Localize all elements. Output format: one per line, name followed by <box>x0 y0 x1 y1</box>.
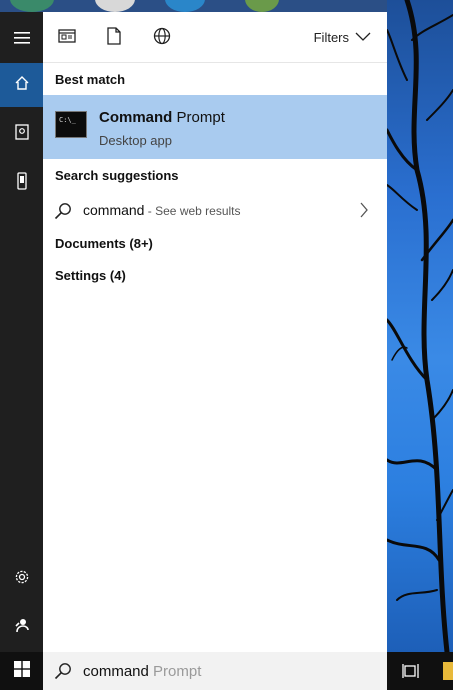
suggestion-query: command <box>83 202 145 218</box>
web-filter-button[interactable] <box>151 27 173 49</box>
feedback-icon <box>14 617 30 638</box>
notebook-button[interactable] <box>0 112 43 156</box>
search-query-text: command Prompt <box>83 663 201 680</box>
menu-button[interactable] <box>0 18 43 62</box>
search-autocomplete-text: Prompt <box>148 663 202 680</box>
search-icon <box>54 202 72 225</box>
document-icon <box>107 26 121 50</box>
file-explorer-icon[interactable] <box>443 662 453 680</box>
web-suggestion-row[interactable]: command - See web results <box>43 195 387 225</box>
task-view-icon <box>402 664 419 678</box>
windows-logo-icon <box>13 660 30 682</box>
result-app-name-rest: Prompt <box>172 109 225 126</box>
result-app-name-bold: Command <box>99 109 173 126</box>
result-app-name: Command Prompt <box>99 109 225 126</box>
gear-icon <box>14 569 30 590</box>
search-suggestions-heading: Search suggestions <box>55 168 179 183</box>
documents-filter-button[interactable] <box>103 26 125 50</box>
start-button[interactable] <box>0 652 43 690</box>
settings-category[interactable]: Settings (4) <box>43 268 126 283</box>
chevron-right-icon <box>359 202 369 223</box>
hamburger-icon <box>13 31 30 49</box>
taskbar-right <box>387 652 453 690</box>
desktop-wallpaper <box>387 0 453 652</box>
start-left-rail <box>0 12 43 652</box>
best-match-heading: Best match <box>55 72 126 87</box>
filters-label: Filters <box>313 30 349 45</box>
app-window-icon <box>58 28 76 48</box>
taskbar-top-strip <box>0 0 387 12</box>
search-results-panel: Filters Best match C:\_ Command Prompt D… <box>43 12 387 652</box>
documents-category[interactable]: Documents (8+) <box>43 236 153 251</box>
devices-button[interactable] <box>0 161 43 205</box>
settings-button[interactable] <box>0 557 43 601</box>
search-icon <box>54 662 72 685</box>
notebook-icon <box>14 123 29 145</box>
home-button[interactable] <box>0 63 43 107</box>
command-prompt-icon: C:\_ <box>55 111 87 138</box>
device-icon <box>16 171 27 195</box>
search-typed-text: command <box>83 663 149 680</box>
home-icon <box>14 75 30 96</box>
globe-icon <box>153 27 171 50</box>
task-view-button[interactable] <box>402 663 420 684</box>
result-app-type: Desktop app <box>99 133 172 148</box>
suggestion-hint: - See web results <box>144 204 241 218</box>
best-match-result[interactable]: C:\_ Command Prompt Desktop app <box>43 95 387 159</box>
chevron-down-icon <box>355 30 371 45</box>
taskbar-search-box[interactable]: command Prompt <box>43 652 387 690</box>
suggestion-text: command - See web results <box>83 202 241 218</box>
filters-dropdown[interactable]: Filters <box>314 30 371 45</box>
panel-toolbar: Filters <box>43 12 387 63</box>
svg-text:C:\_: C:\_ <box>59 116 77 124</box>
apps-filter-button[interactable] <box>56 27 78 49</box>
feedback-button[interactable] <box>0 605 43 649</box>
